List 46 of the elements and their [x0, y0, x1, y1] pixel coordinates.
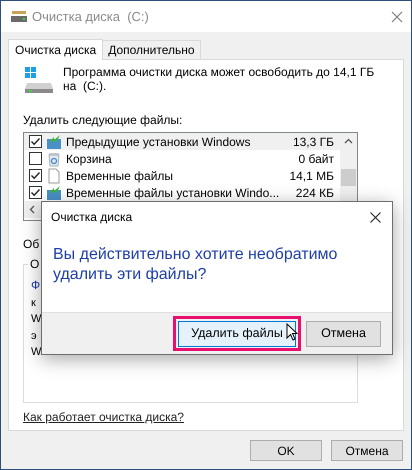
- checkbox[interactable]: [29, 152, 42, 165]
- file-name: Предыдущие установки Windows: [66, 134, 252, 150]
- file-size: 224 КБ: [296, 184, 334, 202]
- dialog-title: Очистка диска: [51, 209, 132, 226]
- description-text: W: [31, 345, 42, 360]
- description-text: э: [31, 328, 37, 344]
- dialog-button[interactable]: OK: [250, 440, 322, 461]
- file-name: Временные файлы установки Windo...: [66, 184, 280, 202]
- vertical-scrollbar[interactable]: [340, 133, 357, 201]
- dialog-button[interactable]: Удалить файлы: [178, 320, 296, 346]
- file-row[interactable]: Предыдущие установки Windows 13,3 ГБ: [24, 133, 340, 150]
- cursor-icon: [286, 322, 298, 340]
- file-size: 14,1 МБ: [289, 168, 334, 184]
- group-label: О: [28, 257, 42, 271]
- summary-text: Программа очистки диска может освободить до 14,1 ГБ на (C:).: [63, 65, 376, 93]
- close-icon[interactable]: [370, 212, 381, 222]
- file-name: Корзина: [66, 150, 113, 168]
- description-text: Ф: [31, 277, 40, 294]
- checkbox[interactable]: [29, 135, 42, 148]
- description-text: к: [31, 296, 36, 310]
- window-title: Очистка диска (C:): [32, 8, 149, 26]
- tab[interactable]: Дополнительно: [103, 40, 201, 59]
- scroll-thumb[interactable]: [341, 169, 356, 186]
- dialog-button[interactable]: Отмена: [306, 320, 381, 346]
- dialog-button[interactable]: Отмена: [331, 440, 403, 461]
- file-size: 13,3 ГБ: [292, 134, 334, 150]
- tab[interactable]: Очистка диска: [8, 39, 104, 60]
- description-text: W: [31, 312, 42, 327]
- scroll-left-icon[interactable]: [28, 205, 37, 214]
- help-link[interactable]: Как работает очистка диска?: [23, 408, 184, 426]
- files-label: Удалить следующие файлы:: [23, 112, 184, 129]
- file-size: 0 байт: [298, 150, 334, 168]
- checkbox[interactable]: [29, 169, 42, 182]
- file-row[interactable]: Корзина 0 байт: [24, 150, 340, 167]
- file-icon: [46, 168, 62, 184]
- setup-icon: [46, 134, 62, 150]
- file-row[interactable]: Временные файлы 14,1 МБ: [24, 167, 340, 184]
- setup-icon: [46, 184, 62, 200]
- drive-icon: [11, 10, 27, 24]
- recycle-bin-icon: [46, 150, 62, 166]
- drive-icon: [23, 67, 55, 95]
- file-name: Временные файлы: [66, 168, 174, 184]
- file-row[interactable]: Временные файлы установки Windo... 224 КБ: [24, 184, 340, 201]
- checkbox[interactable]: [29, 186, 42, 199]
- dialog-message: Вы действительно хотите необратимо удалить эти файлы?: [53, 245, 338, 285]
- description-label: Об: [23, 236, 40, 253]
